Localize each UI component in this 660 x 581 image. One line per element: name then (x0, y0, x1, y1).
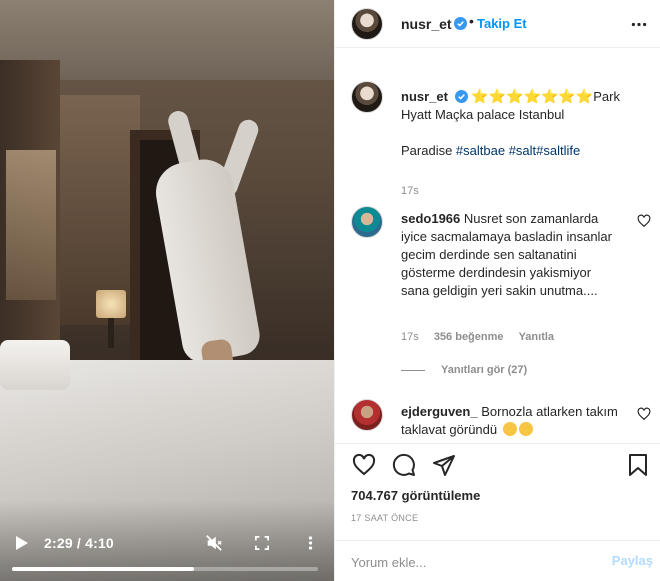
separator-dot: • (469, 13, 474, 29)
video-player[interactable]: 2:29 / 4:10 (0, 0, 334, 581)
fullscreen-icon[interactable] (252, 533, 272, 553)
post-header: nusr_et • Takip Et (335, 0, 660, 48)
post-comment-button[interactable]: Paylaş (612, 553, 653, 568)
more-options-icon[interactable] (629, 14, 649, 34)
caption-line-2: Paradise (401, 143, 456, 158)
hashtag-link[interactable]: #saltlife (536, 143, 580, 158)
post-panel: nusr_et • Takip Et nusr_et ⭐⭐⭐⭐⭐⭐⭐Park H… (334, 0, 660, 581)
vertical-ellipsis-icon[interactable] (300, 533, 320, 553)
comment-meta: 17s 356 beğenme Yanıtla (401, 331, 566, 343)
video-progress-bar[interactable] (12, 567, 318, 571)
share-paper-plane-icon[interactable] (431, 452, 457, 478)
lamp (96, 290, 126, 318)
avatar[interactable] (351, 81, 383, 113)
comment-username[interactable]: sedo1966 (401, 211, 460, 226)
caption-time[interactable]: 17s (401, 185, 419, 197)
video-controls: 2:29 / 4:10 (0, 521, 334, 581)
comment-username[interactable]: ejderguven_ (401, 404, 478, 419)
comment-bubble-icon[interactable] (391, 452, 417, 478)
caption-body: Paradise #saltbae #salt#saltlife (401, 142, 651, 160)
caption-text: nusr_et ⭐⭐⭐⭐⭐⭐⭐Park Hyatt Maçka palace I… (401, 87, 651, 160)
avatar[interactable] (351, 206, 383, 238)
view-replies-label: Yanıtları gör (27) (441, 364, 528, 376)
lamp-base (108, 318, 114, 348)
add-comment-bar: Paylaş (335, 540, 660, 581)
video-time: 2:29 / 4:10 (44, 535, 114, 551)
comment-input[interactable] (351, 553, 591, 571)
avatar[interactable] (351, 399, 383, 431)
verified-badge-icon (454, 17, 467, 30)
hashtag-link[interactable]: #saltbae (456, 143, 505, 158)
avatar[interactable] (351, 8, 383, 40)
heart-outline-icon[interactable] (637, 214, 651, 228)
replies-line (401, 369, 425, 371)
comment-likes[interactable]: 356 beğenme (434, 331, 504, 343)
video-progress-fill (12, 567, 195, 571)
post-actions: 704.767 görüntüleme 17 SAAT ÖNCE (335, 443, 660, 547)
comment-text: ejderguven_ Bornozla atlarken takım takl… (401, 403, 621, 439)
heart-outline-icon[interactable] (637, 407, 651, 421)
view-count[interactable]: 704.767 görüntüleme (351, 488, 480, 503)
reply-button[interactable]: Yanıtla (519, 331, 554, 343)
caption-username[interactable]: nusr_et (401, 89, 448, 104)
play-icon[interactable] (14, 535, 30, 551)
post-time[interactable]: 17 SAAT ÖNCE (351, 513, 418, 523)
comment-text: sedo1966 Nusret son zamanlarda iyice sac… (401, 210, 621, 300)
view-replies-button[interactable]: Yanıtları gör (27) (401, 364, 527, 376)
pillow (0, 340, 70, 390)
comment-time[interactable]: 17s (401, 331, 419, 343)
muted-speaker-icon[interactable] (204, 533, 224, 553)
comments-list[interactable]: nusr_et ⭐⭐⭐⭐⭐⭐⭐Park Hyatt Maçka palace I… (335, 63, 660, 443)
follow-button[interactable]: Takip Et (477, 16, 527, 31)
laughing-emoji-icon (518, 422, 533, 436)
laughing-emoji-icon (502, 422, 517, 436)
mirror (6, 150, 56, 300)
bookmark-icon[interactable] (625, 452, 651, 478)
hashtag-link[interactable]: #salt (509, 143, 536, 158)
verified-badge-icon (454, 90, 468, 103)
header-username[interactable]: nusr_et (401, 16, 452, 32)
star-emojis: ⭐⭐⭐⭐⭐⭐⭐ (471, 88, 594, 104)
heart-icon[interactable] (351, 452, 377, 478)
